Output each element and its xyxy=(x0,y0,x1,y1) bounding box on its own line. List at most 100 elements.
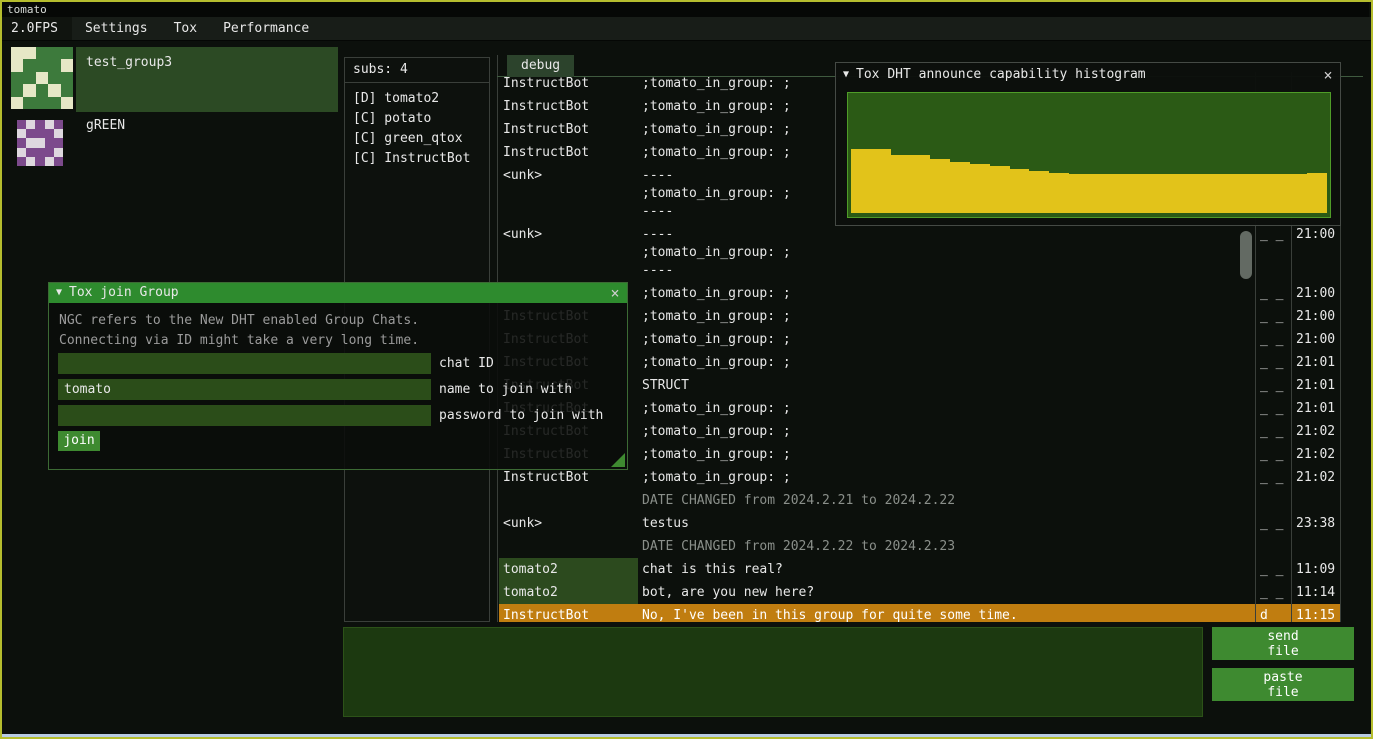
menu-item-settings[interactable]: Settings xyxy=(72,17,161,40)
join-button[interactable]: join xyxy=(58,431,100,451)
message-flags: _ _ xyxy=(1255,351,1291,374)
message-text: ;tomato_in_group: ; xyxy=(638,420,1255,443)
histogram-titlebar[interactable]: ▼ Tox DHT announce capability histogram … xyxy=(836,63,1340,87)
date-separator-row[interactable]: DATE CHANGED from 2024.2.22 to 2024.2.23 xyxy=(499,535,1341,558)
histogram-bar xyxy=(1307,173,1327,213)
message-flags: _ _ xyxy=(1255,282,1291,305)
join-field-row: name to join with xyxy=(58,379,572,400)
message-text: ;tomato_in_group: ; xyxy=(638,397,1255,420)
window-border-bottom xyxy=(2,734,1371,737)
histogram-bar xyxy=(871,149,891,213)
message-time: 21:01 xyxy=(1291,374,1341,397)
date-separator-row[interactable]: DATE CHANGED from 2024.2.21 to 2024.2.22 xyxy=(499,489,1341,512)
message-time: 11:15 xyxy=(1291,604,1341,622)
histogram-bar xyxy=(1188,174,1208,213)
menu-item-performance[interactable]: Performance xyxy=(210,17,322,40)
histogram-bar xyxy=(1089,174,1109,213)
message-text: bot, are you new here? xyxy=(638,581,1255,604)
histogram-bar xyxy=(1168,174,1188,213)
member-item[interactable]: [C] green_qtox xyxy=(345,129,489,149)
message-author xyxy=(499,535,638,558)
histogram-title: Tox DHT announce capability histogram xyxy=(856,63,1316,87)
message-text: STRUCT xyxy=(638,374,1255,397)
histogram-bar xyxy=(1267,174,1287,213)
message-flags: _ _ xyxy=(1255,512,1291,535)
message-time: 23:38 xyxy=(1291,512,1341,535)
sidebar-group-gREEN[interactable]: gREEN xyxy=(8,118,338,185)
collapse-arrow-icon[interactable]: ▼ xyxy=(49,283,69,303)
message-flags: _ _ xyxy=(1255,558,1291,581)
resize-grip[interactable] xyxy=(611,453,625,467)
message-text: No, I've been in this group for quite so… xyxy=(638,604,1255,622)
histogram-bar xyxy=(990,166,1010,213)
message-time: 21:00 xyxy=(1291,282,1341,305)
histogram-bar xyxy=(950,162,970,213)
close-icon[interactable]: × xyxy=(1316,63,1340,87)
join-field-row: password to join with xyxy=(58,405,603,426)
histogram-bar xyxy=(1129,174,1149,213)
message-text: ;tomato_in_group: ; xyxy=(638,305,1255,328)
menu-bar: 2.0FPS SettingsToxPerformance xyxy=(2,17,1371,41)
histogram-bar xyxy=(1069,174,1089,213)
message-flags xyxy=(1255,535,1291,558)
chat-message-row[interactable]: InstructBotNo, I've been in this group f… xyxy=(499,604,1341,622)
histogram-bar xyxy=(1248,174,1268,213)
message-author: InstructBot xyxy=(499,604,638,622)
histogram-bar xyxy=(1049,173,1069,213)
message-input[interactable] xyxy=(343,627,1203,717)
chat-scrollbar[interactable] xyxy=(1240,231,1252,279)
message-author: InstructBot xyxy=(499,118,638,141)
collapse-arrow-icon[interactable]: ▼ xyxy=(836,63,856,87)
chat-message-row[interactable]: <unk>testus_ _23:38 xyxy=(499,512,1341,535)
join-password-input[interactable] xyxy=(58,405,431,426)
join-help-line1: NGC refers to the New DHT enabled Group … xyxy=(59,311,419,331)
message-flags xyxy=(1255,489,1291,512)
menu-item-tox[interactable]: Tox xyxy=(161,17,210,40)
paste-file-label: paste file xyxy=(1263,670,1302,700)
message-time: 21:02 xyxy=(1291,466,1341,489)
member-item[interactable]: [C] InstructBot xyxy=(345,149,489,169)
join-group-titlebar[interactable]: ▼ Tox join Group × xyxy=(49,283,627,303)
chat-message-row[interactable]: tomato2bot, are you new here?_ _11:14 xyxy=(499,581,1341,604)
message-flags: _ _ xyxy=(1255,581,1291,604)
subs-count-header: subs: 4 xyxy=(345,58,489,83)
message-time: 21:02 xyxy=(1291,443,1341,466)
send-file-button[interactable]: send file xyxy=(1212,627,1354,660)
chat-message-row[interactable]: <unk>---- ;tomato_in_group: ; ----_ _21:… xyxy=(499,223,1341,282)
message-time: 21:00 xyxy=(1291,305,1341,328)
histogram-bar xyxy=(891,155,911,214)
chat-id-input[interactable] xyxy=(58,353,431,374)
join-field-label: password to join with xyxy=(431,405,603,426)
close-icon[interactable]: × xyxy=(603,283,627,303)
member-list: [D] tomato2[C] potato[C] green_qtox[C] I… xyxy=(345,83,489,169)
message-time: 11:09 xyxy=(1291,558,1341,581)
group-name: gREEN xyxy=(86,118,125,133)
message-time xyxy=(1291,489,1341,512)
join-field-label: chat ID xyxy=(431,353,494,374)
send-file-label: send file xyxy=(1267,629,1298,659)
window-titlebar[interactable]: tomato xyxy=(2,2,1369,17)
chat-message-row[interactable]: tomato2chat is this real?_ _11:09 xyxy=(499,558,1341,581)
histogram-bar xyxy=(930,159,950,213)
message-flags: _ _ xyxy=(1255,374,1291,397)
message-text: ---- ;tomato_in_group: ; ---- xyxy=(638,223,1255,282)
member-item[interactable]: [D] tomato2 xyxy=(345,89,489,109)
histogram-bars xyxy=(851,96,1327,213)
message-flags: _ _ xyxy=(1255,223,1291,282)
group-avatar xyxy=(17,120,63,166)
histogram-bar xyxy=(1109,174,1129,213)
paste-file-button[interactable]: paste file xyxy=(1212,668,1354,701)
group-name: test_group3 xyxy=(86,55,172,70)
message-time: 11:14 xyxy=(1291,581,1341,604)
fps-counter: 2.0FPS xyxy=(2,17,72,40)
histogram-plot xyxy=(847,92,1331,218)
histogram-bar xyxy=(1148,174,1168,213)
message-author xyxy=(499,489,638,512)
sidebar-group-test_group3[interactable]: test_group3 xyxy=(8,47,338,114)
histogram-bar xyxy=(1029,171,1049,213)
message-text: DATE CHANGED from 2024.2.22 to 2024.2.23 xyxy=(638,535,1255,558)
join-name-input[interactable] xyxy=(58,379,431,400)
histogram-bar xyxy=(1208,174,1228,213)
message-time: 21:02 xyxy=(1291,420,1341,443)
member-item[interactable]: [C] potato xyxy=(345,109,489,129)
